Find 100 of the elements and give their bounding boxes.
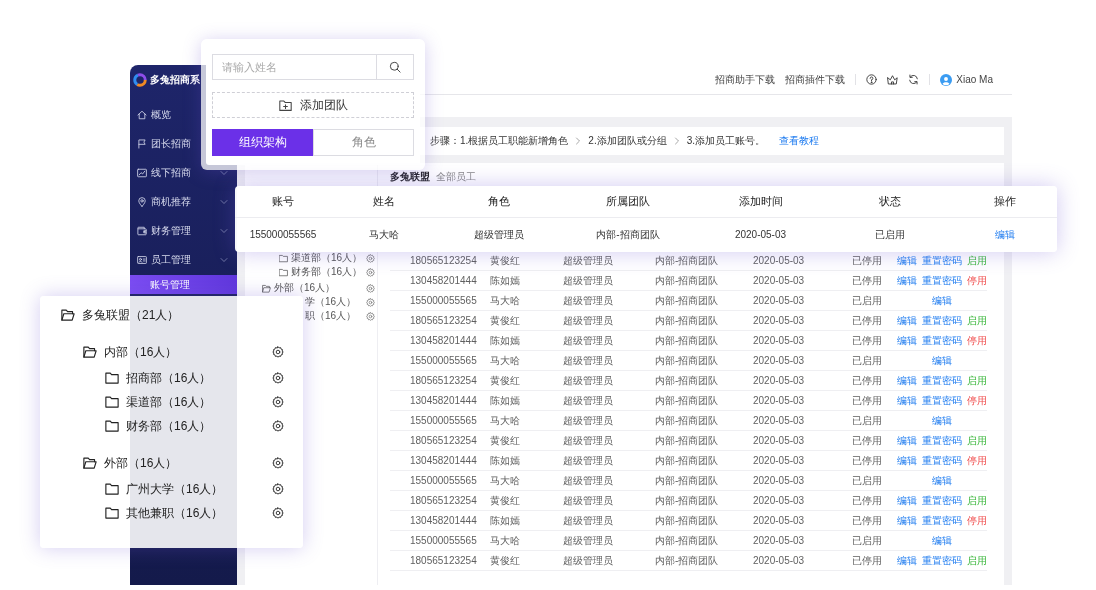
table-cell-text: 180565123254	[409, 375, 478, 386]
disable-link[interactable]: 停用	[967, 513, 987, 528]
tree-item[interactable]: 广州大学（16人）	[126, 480, 224, 498]
tutorial-link[interactable]: 查看教程	[779, 134, 820, 148]
avatar-icon[interactable]	[940, 73, 953, 86]
download-link[interactable]: 招商插件下载	[785, 72, 846, 87]
edit-link[interactable]: 编辑	[897, 393, 917, 408]
table-cell-text: 马大哈	[490, 473, 521, 488]
sidebar-subitem[interactable]: 账号管理	[130, 275, 237, 294]
table-cell-text: 130458201444	[409, 395, 478, 406]
tab[interactable]: 组织架构	[212, 129, 313, 156]
sidebar-item[interactable]: 员工管理	[130, 245, 237, 274]
edit-link[interactable]: 编辑	[897, 313, 917, 328]
reset-password-link[interactable]: 重置密码	[922, 553, 962, 568]
add-team-button[interactable]: 添加团队	[212, 92, 414, 118]
edit-link[interactable]: 编辑	[897, 373, 917, 388]
enable-link[interactable]: 启用	[967, 433, 987, 448]
reset-password-link[interactable]: 重置密码	[922, 273, 962, 288]
table-cell-text: 已停用	[852, 513, 883, 528]
edit-link[interactable]: 编辑	[932, 533, 952, 548]
tree-item[interactable]: 财务部（16人）	[126, 417, 212, 435]
edit-link[interactable]: 编辑	[897, 493, 917, 508]
sidebar-item[interactable]: 线下招商	[130, 158, 237, 187]
reset-password-link[interactable]: 重置密码	[922, 333, 962, 348]
reset-password-link[interactable]: 重置密码	[922, 373, 962, 388]
sidebar-item[interactable]: 团长招商	[130, 129, 195, 158]
edit-link[interactable]: 编辑	[897, 433, 917, 448]
search-field[interactable]: 请输入姓名	[212, 54, 376, 80]
column-header: 账号	[271, 194, 295, 209]
table-cell-text: 180565123254	[409, 255, 478, 266]
edit-link[interactable]: 编辑	[897, 253, 917, 268]
tree-item[interactable]: 职（16人）	[305, 309, 357, 323]
edit-link[interactable]: 编辑	[932, 473, 952, 488]
sidebar-item[interactable]: 商机推荐	[130, 187, 237, 216]
table-cell-text: 已停用	[852, 273, 883, 288]
table-cell-text: 130458201444	[409, 335, 478, 346]
gear-icon[interactable]	[272, 372, 284, 384]
reset-password-link[interactable]: 重置密码	[922, 433, 962, 448]
sync-icon[interactable]	[908, 74, 920, 85]
edit-link[interactable]: 编辑	[932, 293, 952, 308]
table-cell-text: 内部-招商团队	[655, 313, 720, 328]
enable-link[interactable]: 启用	[967, 313, 987, 328]
folder-plus-icon	[278, 98, 292, 112]
table-cell-text: 内部-招商团队	[655, 473, 720, 488]
reset-password-link[interactable]: 重置密码	[922, 253, 962, 268]
table-cell-text: 已停用	[852, 373, 883, 388]
edit-link[interactable]: 编辑	[897, 453, 917, 468]
table-cell-text: 已停用	[852, 493, 883, 508]
enable-link[interactable]: 启用	[967, 253, 987, 268]
tree-item[interactable]: 财务部（16人）	[291, 265, 363, 279]
tree-item[interactable]: 外部（16人）	[274, 281, 336, 295]
search-button[interactable]	[376, 54, 414, 80]
disable-link[interactable]: 停用	[967, 393, 987, 408]
table-cell-text: 黄俊红	[490, 253, 521, 268]
gear-icon[interactable]	[272, 457, 284, 469]
help-icon[interactable]	[866, 74, 878, 85]
reset-password-link[interactable]: 重置密码	[922, 513, 962, 528]
disable-link[interactable]: 停用	[967, 453, 987, 468]
gear-icon[interactable]	[272, 346, 284, 358]
table-cell-text: 已停用	[852, 553, 883, 568]
gear-icon[interactable]	[272, 420, 284, 432]
team-title: 多兔联盟	[390, 171, 430, 183]
sidebar-item[interactable]: 财务管理	[130, 216, 237, 245]
tree-item[interactable]: 外部（16人）	[104, 454, 178, 472]
folder-open-icon	[61, 308, 75, 322]
edit-link[interactable]: 编辑	[897, 333, 917, 348]
tree-item[interactable]: 内部（16人）	[104, 343, 178, 361]
reset-password-link[interactable]: 重置密码	[922, 493, 962, 508]
gear-icon[interactable]	[272, 396, 284, 408]
enable-link[interactable]: 启用	[967, 373, 987, 388]
tree-item[interactable]: 其他兼职（16人）	[126, 504, 224, 522]
sidebar-item[interactable]: 概览	[130, 100, 175, 129]
table-cell-text: 155000055565	[409, 355, 478, 366]
reset-password-link[interactable]: 重置密码	[922, 453, 962, 468]
edit-link[interactable]: 编辑	[932, 353, 952, 368]
table-cell-text: 2020-05-03	[753, 515, 806, 526]
tree-item[interactable]: 渠道部（16人）	[291, 251, 363, 265]
table-cell-text: 马大哈	[490, 353, 521, 368]
edit-link[interactable]: 编辑	[897, 553, 917, 568]
crown-icon[interactable]	[887, 74, 899, 85]
reset-password-link[interactable]: 重置密码	[922, 313, 962, 328]
gear-icon[interactable]	[272, 483, 284, 495]
tree-item[interactable]: 招商部（16人）	[126, 369, 212, 387]
edit-link[interactable]: 编辑	[897, 513, 917, 528]
edit-link[interactable]: 编辑	[995, 227, 1015, 242]
enable-link[interactable]: 启用	[967, 493, 987, 508]
disable-link[interactable]: 停用	[967, 273, 987, 288]
tree-item[interactable]: 多兔联盟（21人）	[82, 306, 180, 324]
tree-item[interactable]: 渠道部（16人）	[126, 393, 212, 411]
edit-link[interactable]: 编辑	[897, 273, 917, 288]
disable-link[interactable]: 停用	[967, 333, 987, 348]
enable-link[interactable]: 启用	[967, 553, 987, 568]
gear-icon[interactable]	[272, 507, 284, 519]
tree-item[interactable]: 学（16人）	[305, 295, 357, 309]
reset-password-link[interactable]: 重置密码	[922, 393, 962, 408]
tab[interactable]: 角色	[313, 129, 414, 156]
edit-link[interactable]: 编辑	[932, 413, 952, 428]
folder-icon	[105, 506, 119, 520]
user-name[interactable]: Xiao Ma	[956, 74, 993, 85]
download-link[interactable]: 招商助手下载	[715, 72, 776, 87]
